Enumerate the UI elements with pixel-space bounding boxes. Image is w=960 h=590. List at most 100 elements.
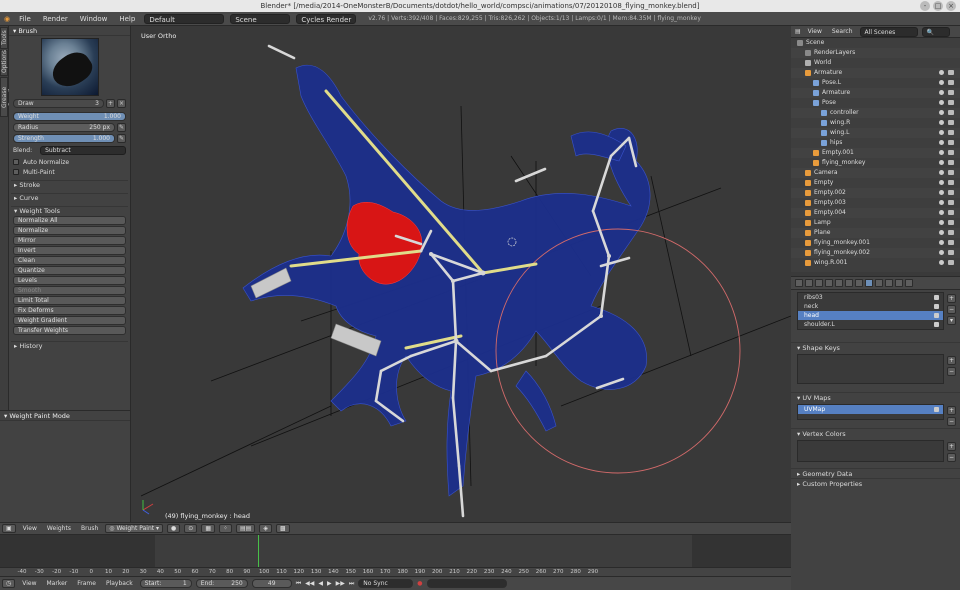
history-section[interactable]: ▸ History bbox=[11, 341, 128, 350]
outliner-row[interactable]: hips bbox=[791, 138, 960, 148]
lock-icon[interactable] bbox=[934, 304, 939, 309]
visibility-eye-icon[interactable] bbox=[939, 80, 944, 85]
timeline[interactable]: -40 -30 -20 -10 0 10 20 30 40 50 60 70 80 90 100 110 120… bbox=[0, 534, 791, 577]
scene-selector[interactable]: Scene bbox=[230, 13, 291, 24]
outliner-row[interactable]: Empty bbox=[791, 178, 960, 188]
weight-tool-button[interactable]: Mirror bbox=[13, 236, 126, 245]
weight-tool-button[interactable]: Quantize bbox=[13, 266, 126, 275]
outliner-row[interactable]: Empty.004 bbox=[791, 208, 960, 218]
visibility-eye-icon[interactable] bbox=[939, 230, 944, 235]
visibility-eye-icon[interactable] bbox=[939, 250, 944, 255]
outliner-row[interactable]: Lamp bbox=[791, 218, 960, 228]
layers-tab-icon[interactable] bbox=[805, 279, 813, 287]
blend-mode-dropdown[interactable]: Subtract bbox=[40, 146, 126, 155]
uv-maps-section[interactable]: ▾ UV Maps bbox=[791, 392, 960, 402]
vertex-group-row[interactable]: ribs03 bbox=[798, 293, 943, 302]
outliner-row[interactable]: Armature bbox=[791, 68, 960, 78]
blender-logo-icon[interactable]: ◉ bbox=[4, 15, 10, 23]
render-camera-icon[interactable] bbox=[948, 180, 954, 185]
visibility-eye-icon[interactable] bbox=[939, 220, 944, 225]
editor-type-icon[interactable]: ▣ bbox=[2, 524, 16, 533]
remove-vertex-group-icon[interactable]: − bbox=[947, 305, 956, 314]
outliner-search-field[interactable]: 🔍 bbox=[921, 26, 950, 37]
add-uv-map-icon[interactable]: + bbox=[947, 406, 956, 415]
visibility-eye-icon[interactable] bbox=[939, 150, 944, 155]
outliner-row[interactable]: Plane bbox=[791, 228, 960, 238]
outliner-row[interactable]: World bbox=[791, 58, 960, 68]
start-frame-field[interactable]: Start: 1 bbox=[139, 579, 192, 588]
visibility-eye-icon[interactable] bbox=[939, 210, 944, 215]
menu-frame[interactable]: Frame bbox=[74, 580, 99, 587]
weight-tool-button[interactable]: Invert bbox=[13, 246, 126, 255]
weight-slider[interactable]: Weight 1.000 bbox=[13, 112, 126, 121]
render-camera-icon[interactable] bbox=[948, 80, 954, 85]
prev-keyframe-icon[interactable]: ◀◀ bbox=[305, 580, 314, 587]
menu-brush[interactable]: Brush bbox=[78, 525, 101, 532]
outliner-row[interactable]: Empty.002 bbox=[791, 188, 960, 198]
shape-keys-list[interactable] bbox=[797, 354, 944, 384]
sync-mode-dropdown[interactable]: No Sync bbox=[358, 579, 414, 588]
add-vertex-color-icon[interactable]: + bbox=[947, 442, 956, 451]
geometry-data-section[interactable]: ▸ Geometry Data bbox=[791, 468, 960, 478]
outliner-row[interactable]: wing.R.001 bbox=[791, 258, 960, 268]
vertex-mask-icon[interactable]: ⁘ bbox=[218, 524, 233, 533]
weight-tool-button[interactable]: Normalize All bbox=[13, 216, 126, 225]
menu-playback[interactable]: Playback bbox=[103, 580, 136, 587]
render-camera-icon[interactable] bbox=[948, 260, 954, 265]
outliner-row[interactable]: flying_monkey bbox=[791, 158, 960, 168]
brush-panel-header[interactable]: ▾ Brush bbox=[9, 26, 130, 36]
brush-preview[interactable] bbox=[41, 38, 99, 96]
render-camera-icon[interactable] bbox=[948, 250, 954, 255]
render-camera-icon[interactable] bbox=[948, 140, 954, 145]
viewport-shading-icon[interactable]: ● bbox=[167, 524, 181, 533]
remove-shape-key-icon[interactable]: − bbox=[947, 367, 956, 376]
record-icon[interactable]: ● bbox=[417, 580, 422, 587]
menu-file[interactable]: File bbox=[16, 15, 34, 23]
render-camera-icon[interactable] bbox=[948, 70, 954, 75]
unlink-brush-icon[interactable]: × bbox=[117, 99, 126, 108]
modifiers-tab-icon[interactable] bbox=[855, 279, 863, 287]
weight-tools-section[interactable]: ▾ Weight Tools bbox=[11, 206, 128, 215]
minimize-button[interactable]: - bbox=[920, 1, 930, 11]
render-camera-icon[interactable] bbox=[948, 240, 954, 245]
outliner-row[interactable]: controller bbox=[791, 108, 960, 118]
outliner-row[interactable]: Armature bbox=[791, 88, 960, 98]
render-engine-selector[interactable]: Cycles Render bbox=[296, 13, 357, 24]
visibility-eye-icon[interactable] bbox=[939, 110, 944, 115]
uv-map-row[interactable]: UVMap bbox=[798, 405, 943, 414]
render-tab-icon[interactable] bbox=[795, 279, 803, 287]
pressure-radius-icon[interactable]: ✎ bbox=[117, 123, 126, 132]
visibility-eye-icon[interactable] bbox=[939, 120, 944, 125]
vertex-colors-section[interactable]: ▾ Vertex Colors bbox=[791, 428, 960, 438]
end-frame-field[interactable]: End: 250 bbox=[195, 579, 248, 588]
visibility-eye-icon[interactable] bbox=[939, 260, 944, 265]
weight-tool-button[interactable]: Normalize bbox=[13, 226, 126, 235]
custom-properties-section[interactable]: ▸ Custom Properties bbox=[791, 478, 960, 488]
vertex-colors-list[interactable] bbox=[797, 440, 944, 462]
lock-icon[interactable] bbox=[934, 295, 939, 300]
visibility-eye-icon[interactable] bbox=[939, 200, 944, 205]
render-camera-icon[interactable] bbox=[948, 210, 954, 215]
visibility-eye-icon[interactable] bbox=[939, 180, 944, 185]
outliner-row[interactable]: wing.L bbox=[791, 128, 960, 138]
weight-tool-button[interactable]: Clean bbox=[13, 256, 126, 265]
play-reverse-icon[interactable]: ◀ bbox=[318, 580, 323, 587]
jump-start-icon[interactable]: ⏮ bbox=[296, 580, 301, 588]
menu-timeline-view[interactable]: View bbox=[19, 580, 39, 587]
lock-icon[interactable] bbox=[934, 322, 939, 327]
radius-slider[interactable]: Radius 250 px bbox=[13, 123, 115, 132]
brush-name-field[interactable]: Draw 3 bbox=[13, 99, 104, 108]
vertex-group-row[interactable]: head bbox=[798, 311, 943, 320]
outliner-row[interactable]: Scene bbox=[791, 38, 960, 48]
render-camera-icon[interactable] bbox=[948, 190, 954, 195]
menu-weights[interactable]: Weights bbox=[44, 525, 74, 532]
menu-render[interactable]: Render bbox=[40, 15, 71, 23]
outliner-menu-search[interactable]: Search bbox=[829, 28, 856, 35]
visibility-eye-icon[interactable] bbox=[939, 130, 944, 135]
render-camera-icon[interactable] bbox=[948, 160, 954, 165]
render-camera-icon[interactable] bbox=[948, 130, 954, 135]
render-camera-icon[interactable] bbox=[948, 110, 954, 115]
vertex-groups-list[interactable]: ribs03 neck head shoulder.L bbox=[797, 292, 944, 330]
outliner-row[interactable]: wing.R bbox=[791, 118, 960, 128]
current-frame-field[interactable]: 49 bbox=[251, 579, 292, 588]
